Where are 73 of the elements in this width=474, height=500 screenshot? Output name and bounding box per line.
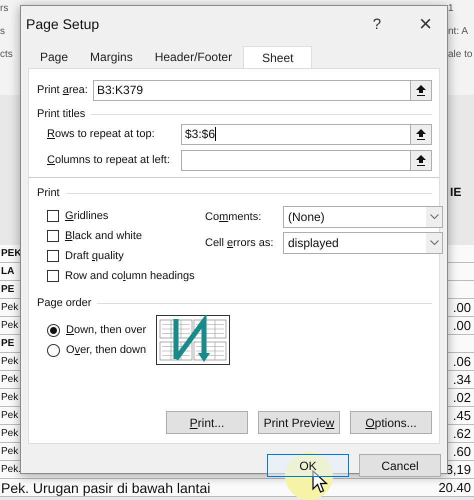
- checkbox-label: Row and column headings: [65, 270, 195, 282]
- checkbox[interactable]: [47, 250, 59, 262]
- table-cell: Pek. Urugan pasir di bawah lantai: [0, 480, 210, 496]
- ribbon-label: nt: A: [448, 25, 468, 39]
- table-cell-text: Pek: [0, 446, 20, 457]
- input-field[interactable]: B3:K379: [93, 80, 411, 100]
- table-cell-text: Pek: [0, 374, 20, 385]
- section-heading: Print: [37, 187, 60, 199]
- dropdown[interactable]: displayed: [283, 232, 443, 254]
- checkbox-label: Gridlines: [65, 210, 108, 222]
- checkbox-label: Draft quality: [65, 250, 124, 262]
- help-button[interactable]: ?: [372, 16, 382, 32]
- table-cell-text: .00: [452, 300, 472, 315]
- table-cell-text: Pek: [0, 410, 20, 421]
- section-heading: Print titles: [37, 108, 86, 120]
- table-cell-text: .60: [452, 444, 472, 459]
- table-cell-text: PE: [0, 338, 16, 349]
- table-cell-text: .34: [452, 372, 472, 387]
- table-cell-text: .06: [452, 354, 472, 369]
- ribbon-label: rs: [0, 2, 10, 16]
- dialog-button[interactable]: OK: [267, 454, 349, 477]
- chevron-down-icon: [426, 233, 442, 253]
- table-cell-text: Pek: [0, 428, 20, 439]
- table-cell-text: LA: [0, 266, 16, 277]
- table-cell-text: Pek: [0, 320, 20, 331]
- field-label: Comments:: [205, 211, 262, 223]
- table-cell-text: .00: [452, 318, 472, 333]
- table-cell-text: .02: [452, 390, 472, 405]
- checkbox[interactable]: [47, 230, 59, 242]
- radio-label: Over, then down: [66, 344, 146, 356]
- dropdown[interactable]: (None): [283, 206, 443, 228]
- checkbox-label: Black and white: [65, 230, 142, 242]
- window-title: Page Setup: [26, 16, 100, 32]
- chevron-down-icon: [426, 207, 442, 227]
- table-cell-text: .45: [452, 408, 472, 423]
- checkbox[interactable]: [47, 270, 59, 282]
- table-cell-text: Pek: [0, 392, 20, 403]
- cursor-icon: [312, 470, 328, 494]
- table-cell-text: .62: [452, 426, 472, 441]
- dialog-button[interactable]: Options...: [350, 411, 432, 434]
- field-label: Rows to repeat at top:: [47, 128, 156, 140]
- ribbon-label: cts: [0, 48, 14, 62]
- table-cell: Pek.: [0, 464, 21, 475]
- arrow-up-icon: [416, 154, 426, 166]
- radio-label: Down, then over: [66, 324, 146, 336]
- column-header: IE: [450, 185, 462, 199]
- input-field[interactable]: $3:$6: [181, 124, 411, 144]
- radio-button[interactable]: [47, 324, 60, 336]
- dialog-button[interactable]: Print Preview: [258, 411, 340, 434]
- arrow-up-icon: [416, 128, 426, 140]
- collapse-button[interactable]: [410, 80, 432, 100]
- ribbon-label: ale to: [448, 48, 472, 62]
- input-field[interactable]: [181, 150, 411, 170]
- table-cell: PEK: [0, 248, 21, 259]
- collapse-button[interactable]: [410, 124, 432, 144]
- dialog-button[interactable]: Cancel: [359, 454, 441, 477]
- ribbon-label: s: [0, 25, 6, 39]
- table-cell-text: PE: [0, 284, 16, 295]
- field-label: Print area:: [37, 84, 89, 96]
- tab[interactable]: Sheet: [243, 46, 312, 68]
- table-cell-text: 20.40: [438, 480, 472, 495]
- ribbon-label: 1: [448, 2, 454, 16]
- table-cell-text: Pek: [0, 302, 20, 313]
- radio-button[interactable]: [47, 344, 60, 356]
- dialog-button[interactable]: Print...: [166, 411, 248, 434]
- section-heading: Page order: [37, 297, 92, 309]
- arrow-up-icon: [416, 84, 426, 96]
- field-label: Cell errors as:: [205, 237, 274, 249]
- collapse-button[interactable]: [410, 150, 432, 170]
- close-button[interactable]: ×: [419, 11, 432, 37]
- field-label: Columns to repeat at left:: [47, 154, 171, 166]
- table-cell-text: Pek: [0, 356, 20, 367]
- checkbox[interactable]: [47, 210, 59, 222]
